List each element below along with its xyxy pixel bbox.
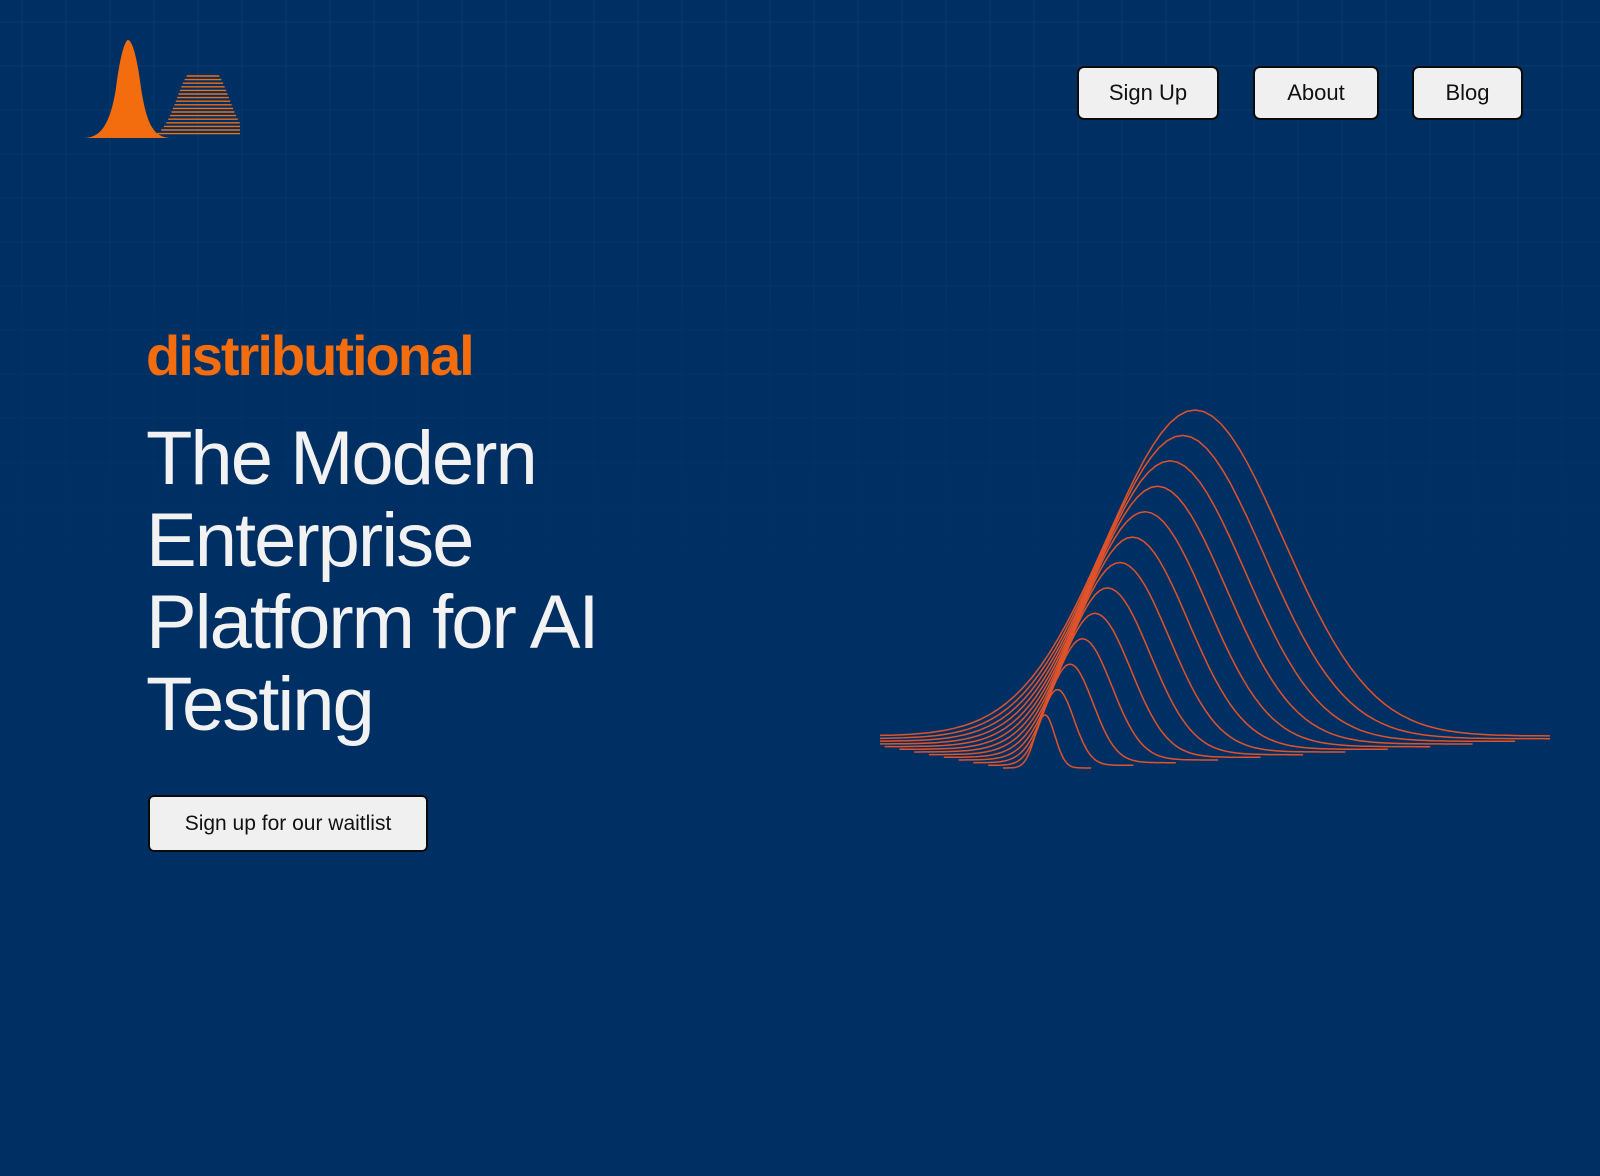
brand-name: distributional — [146, 324, 475, 387]
top-navigation: Sign Up About Blog — [0, 66, 1600, 124]
page-headline: The Modern Enterprise Platform for AI Te… — [146, 416, 600, 747]
bell-curve-line — [884, 510, 1431, 748]
bell-curve-line — [1003, 714, 1091, 769]
bell-curve-line — [880, 460, 1515, 743]
bell-curve-line — [899, 536, 1388, 751]
waitlist-signup-button[interactable]: Sign up for our waitlist — [148, 795, 428, 852]
blog-button[interactable]: Blog — [1412, 66, 1523, 120]
sign-up-button[interactable]: Sign Up — [1077, 66, 1219, 120]
bell-curve-line — [880, 485, 1473, 745]
bell-curve-line — [880, 434, 1550, 740]
bell-curve-line — [929, 587, 1303, 756]
stacked-bell-curves-icon — [880, 409, 1550, 769]
about-button[interactable]: About — [1253, 66, 1379, 120]
bell-curve-line — [958, 638, 1219, 761]
